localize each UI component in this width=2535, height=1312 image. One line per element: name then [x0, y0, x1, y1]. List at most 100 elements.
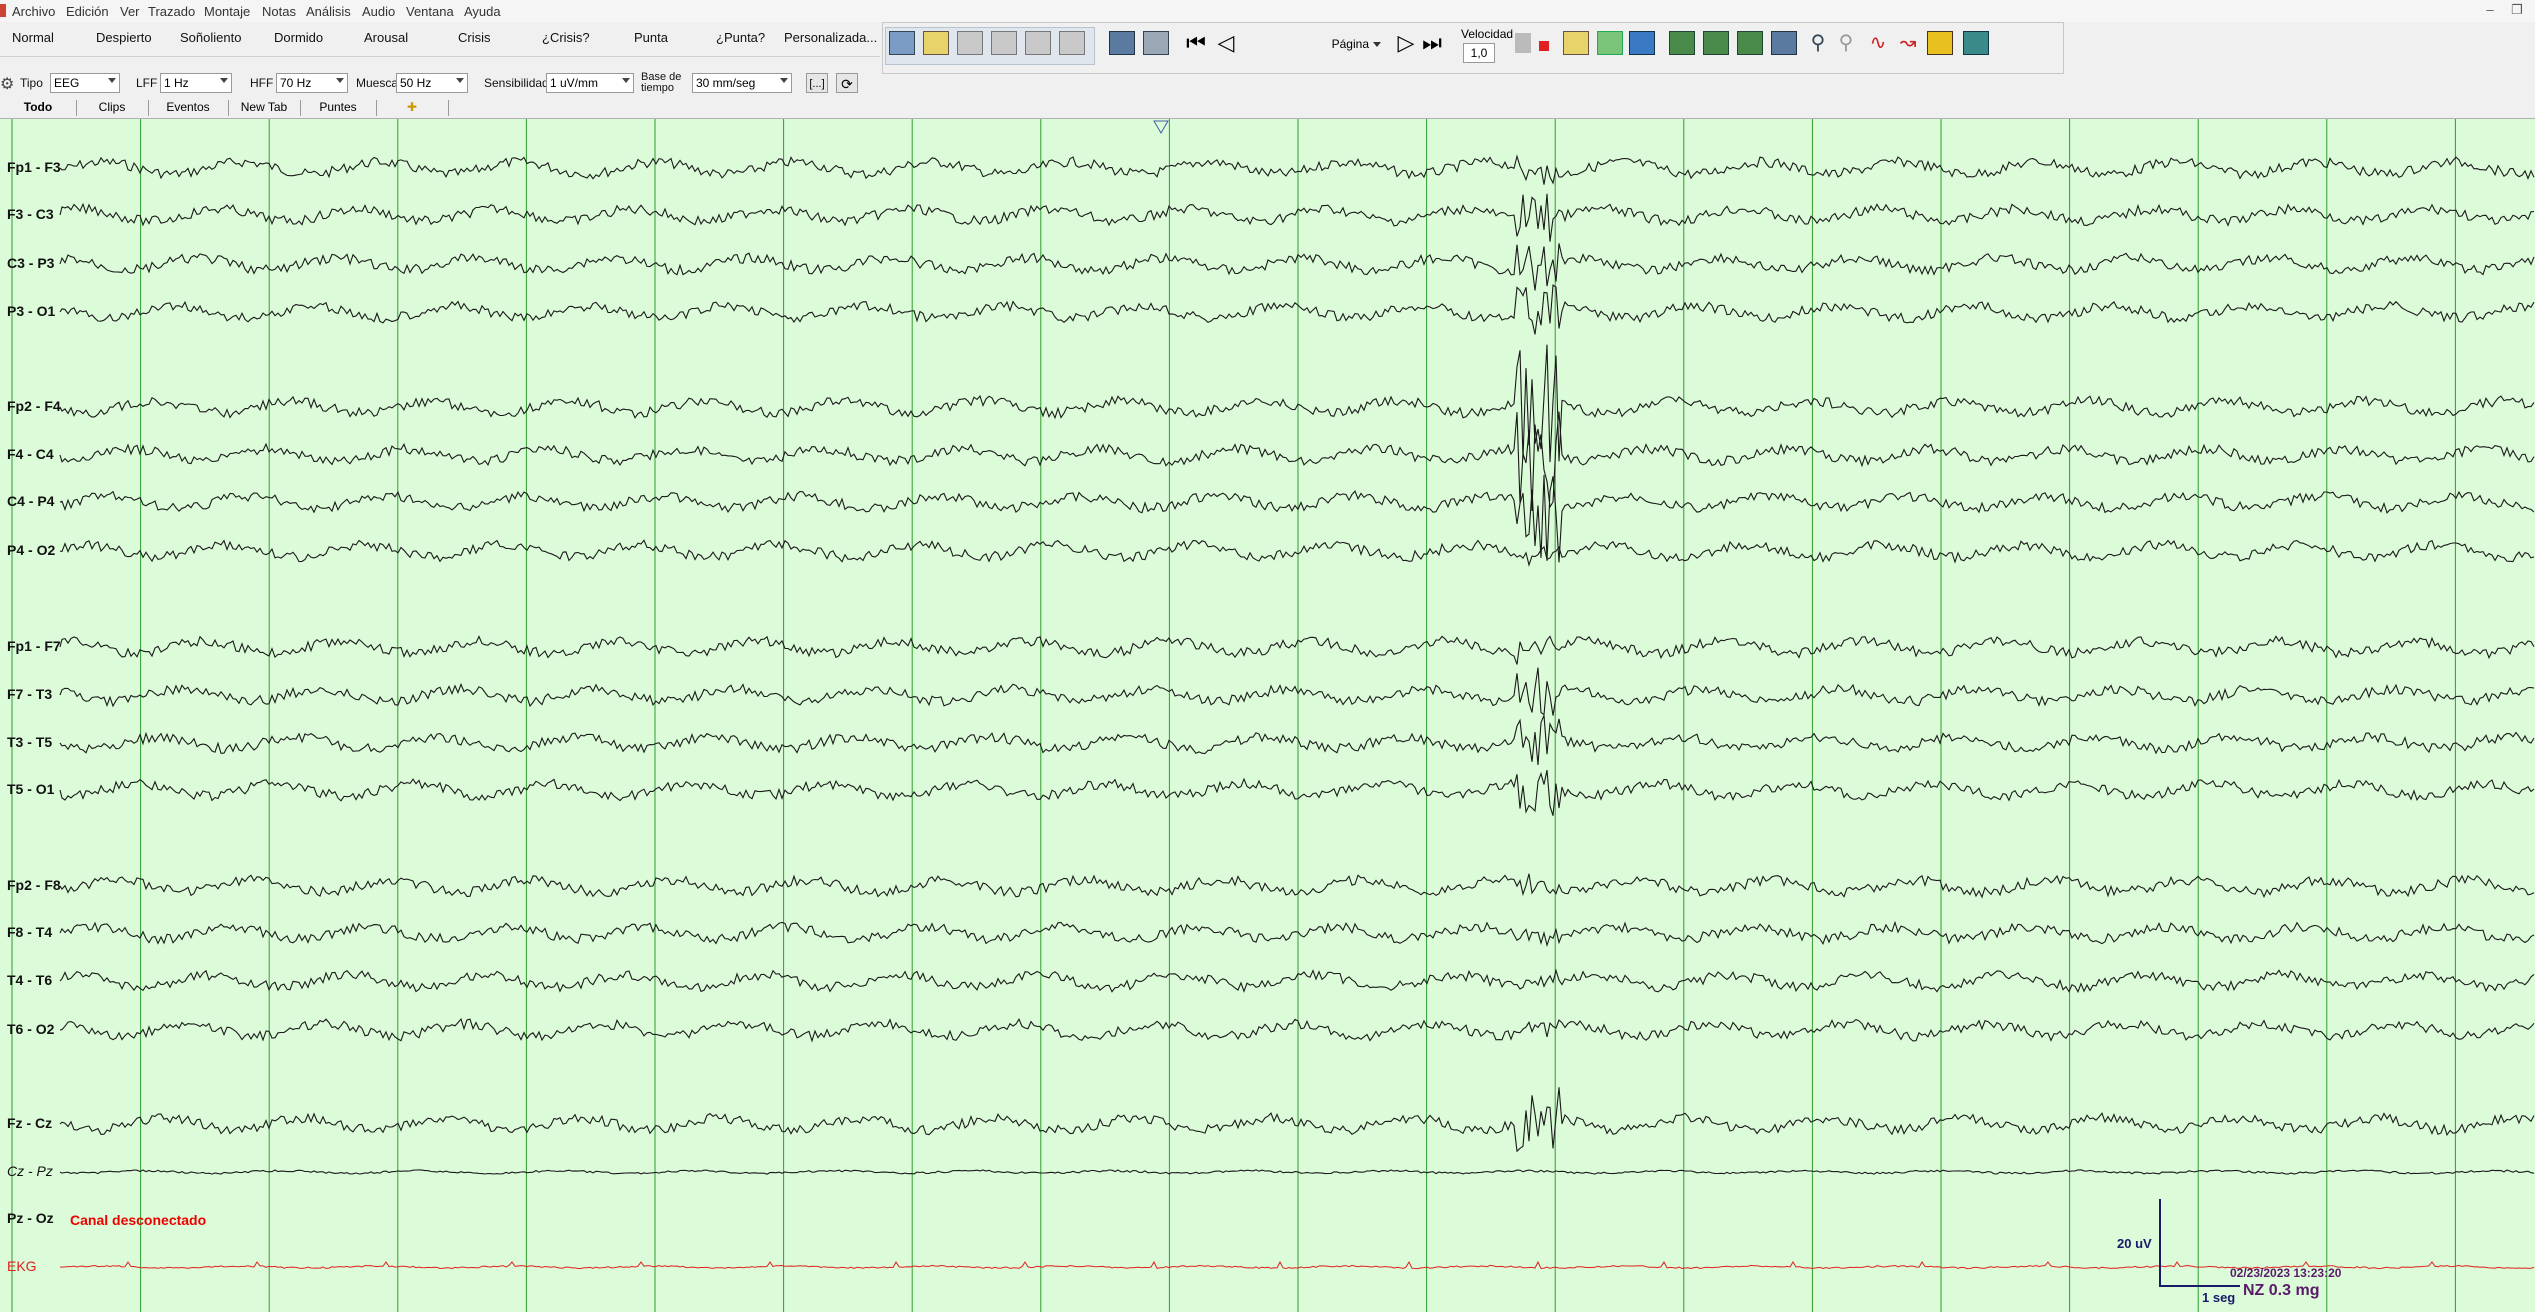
chevron-down-icon[interactable]	[1373, 42, 1381, 47]
channel-label[interactable]: F4 - C4	[7, 446, 54, 462]
menu-ventana[interactable]: Ventana	[406, 4, 454, 19]
chevron-down-icon	[220, 78, 228, 83]
eeg-trace-area[interactable]: Fp1 - F3 F3 - C3 C3 - P3 P3 - O1 Fp2 - F4 F4 …	[0, 119, 2535, 1312]
export-icon[interactable]	[1737, 31, 1763, 55]
gear-icon[interactable]: ⚙	[0, 74, 14, 94]
marker-icon[interactable]	[1515, 33, 1531, 53]
channel-label[interactable]: Cz - Pz	[7, 1163, 53, 1179]
state-punta-q-button[interactable]: ¿Punta?	[716, 30, 765, 45]
channel-label[interactable]: Pz - Oz	[7, 1210, 54, 1226]
channel-trace	[59, 715, 2535, 765]
channel-label[interactable]: Fz - Cz	[7, 1115, 52, 1131]
state-arousal-button[interactable]: Arousal	[364, 30, 408, 45]
channel-label[interactable]: C4 - P4	[7, 493, 54, 509]
channel-label[interactable]: T4 - T6	[7, 972, 52, 988]
menu-analisis[interactable]: Análisis	[306, 4, 351, 19]
restore-icon[interactable]: ❐	[2505, 2, 2529, 20]
fast-forward-icon[interactable]: ⏭	[1419, 31, 1445, 55]
refresh-icon[interactable]: ⟳	[836, 73, 858, 93]
channel-trace	[59, 1169, 2535, 1175]
channel-label[interactable]: P3 - O1	[7, 303, 55, 319]
channel-label[interactable]: F3 - C3	[7, 206, 54, 222]
channel-label[interactable]: Fp2 - F4	[7, 398, 61, 414]
new-tab-icon[interactable]: ✚	[376, 100, 449, 116]
menu-ayuda[interactable]: Ayuda	[464, 4, 501, 19]
montage-1-icon[interactable]	[889, 31, 915, 55]
spike-icon[interactable]	[1563, 31, 1589, 55]
speed-stepper[interactable]: 1,0	[1463, 43, 1495, 63]
muesca-label: Muesca	[356, 76, 399, 90]
channel-label[interactable]: EKG	[7, 1258, 37, 1274]
rewind-icon[interactable]: ⏮	[1183, 31, 1209, 55]
state-crisis-button[interactable]: Crisis	[458, 30, 491, 45]
waveform-icon[interactable]: ∿	[1865, 31, 1891, 55]
channel-label[interactable]: F7 - T3	[7, 686, 52, 702]
page-marker-icon[interactable]	[1153, 120, 1169, 134]
state-punta-button[interactable]: Punta	[634, 30, 668, 45]
sensitivity-select[interactable]: 1 uV/mm	[546, 73, 634, 93]
review-icon[interactable]	[1703, 31, 1729, 55]
expand-icon[interactable]	[1963, 31, 1989, 55]
muesca-select[interactable]: 50 Hz	[396, 73, 468, 93]
zoom-out-icon[interactable]: ⚲	[1833, 31, 1859, 55]
chevron-down-icon	[456, 78, 464, 83]
state-despierto-button[interactable]: Despierto	[96, 30, 152, 45]
channel-label[interactable]: T6 - O2	[7, 1021, 54, 1037]
channel-label[interactable]: C3 - P3	[7, 255, 54, 271]
montage-5-icon[interactable]	[1025, 31, 1051, 55]
channel-label[interactable]: Fp1 - F3	[7, 159, 61, 175]
lff-select[interactable]: 1 Hz	[160, 73, 232, 93]
timebase-select[interactable]: 30 mm/seg	[692, 73, 792, 93]
state-crisis-q-button[interactable]: ¿Crisis?	[542, 30, 590, 45]
montage-6-icon[interactable]	[1059, 31, 1085, 55]
step-back-icon[interactable]: ◁	[1213, 31, 1239, 55]
menu-trazado[interactable]: Trazado	[148, 4, 195, 19]
bracket-button[interactable]: [...]	[806, 73, 828, 93]
tab-puntes[interactable]: Puntes	[300, 100, 377, 116]
state-normal-button[interactable]: Normal	[12, 30, 54, 45]
channel-label[interactable]: F8 - T4	[7, 924, 52, 940]
disconnected-label: Canal desconectado	[70, 1212, 207, 1228]
report-icon[interactable]	[1669, 31, 1695, 55]
montage-4-icon[interactable]	[991, 31, 1017, 55]
video-icon[interactable]	[1109, 31, 1135, 55]
event-icon[interactable]	[1539, 41, 1549, 51]
tipo-select[interactable]: EEG	[50, 73, 120, 93]
menu-montaje[interactable]: Montaje	[204, 4, 250, 19]
tab-eventos[interactable]: Eventos	[148, 100, 229, 116]
channel-label[interactable]: T3 - T5	[7, 734, 52, 750]
menu-notas[interactable]: Notas	[262, 4, 296, 19]
page-select[interactable]: Página	[1293, 37, 1385, 51]
state-dormido-button[interactable]: Dormido	[274, 30, 323, 45]
channels-icon[interactable]	[1597, 31, 1623, 55]
state-sonoliento-button[interactable]: Soñoliento	[180, 30, 241, 45]
minimize-icon[interactable]: –	[2478, 2, 2502, 20]
hff-select[interactable]: 70 Hz	[276, 73, 348, 93]
search-user-icon[interactable]	[1629, 31, 1655, 55]
camera-icon[interactable]	[1143, 31, 1169, 55]
app-icon[interactable]	[0, 4, 6, 17]
chevron-down-icon	[622, 78, 630, 83]
channel-label[interactable]: P4 - O2	[7, 542, 55, 558]
menu-edicion[interactable]: Edición	[66, 4, 109, 19]
zoom-in-icon[interactable]: ⚲	[1805, 31, 1831, 55]
highlight-icon[interactable]	[1927, 31, 1953, 55]
tab-new-tab[interactable]: New Tab	[228, 100, 301, 116]
tab-todo[interactable]: Todo	[0, 100, 77, 116]
arrow-icon[interactable]: ↝	[1895, 31, 1921, 55]
play-icon[interactable]: ▷	[1393, 31, 1419, 55]
menu-archivo[interactable]: Archivo	[12, 4, 55, 19]
menu-ver[interactable]: Ver	[120, 4, 140, 19]
montage-2-icon[interactable]	[923, 31, 949, 55]
menu-audio[interactable]: Audio	[362, 4, 395, 19]
tabs-bar: Todo Clips Eventos New Tab Puntes ✚	[0, 98, 2535, 119]
channel-label[interactable]: T5 - O1	[7, 781, 54, 797]
channel-trace	[59, 1260, 2535, 1270]
tab-clips[interactable]: Clips	[76, 100, 149, 116]
state-custom-button[interactable]: Personalizada...	[784, 30, 877, 45]
montage-3-icon[interactable]	[957, 31, 983, 55]
settings-icon[interactable]	[1771, 31, 1797, 55]
channel-trace	[59, 667, 2535, 716]
channel-label[interactable]: Fp2 - F8	[7, 877, 61, 893]
channel-label[interactable]: Fp1 - F7	[7, 638, 61, 654]
